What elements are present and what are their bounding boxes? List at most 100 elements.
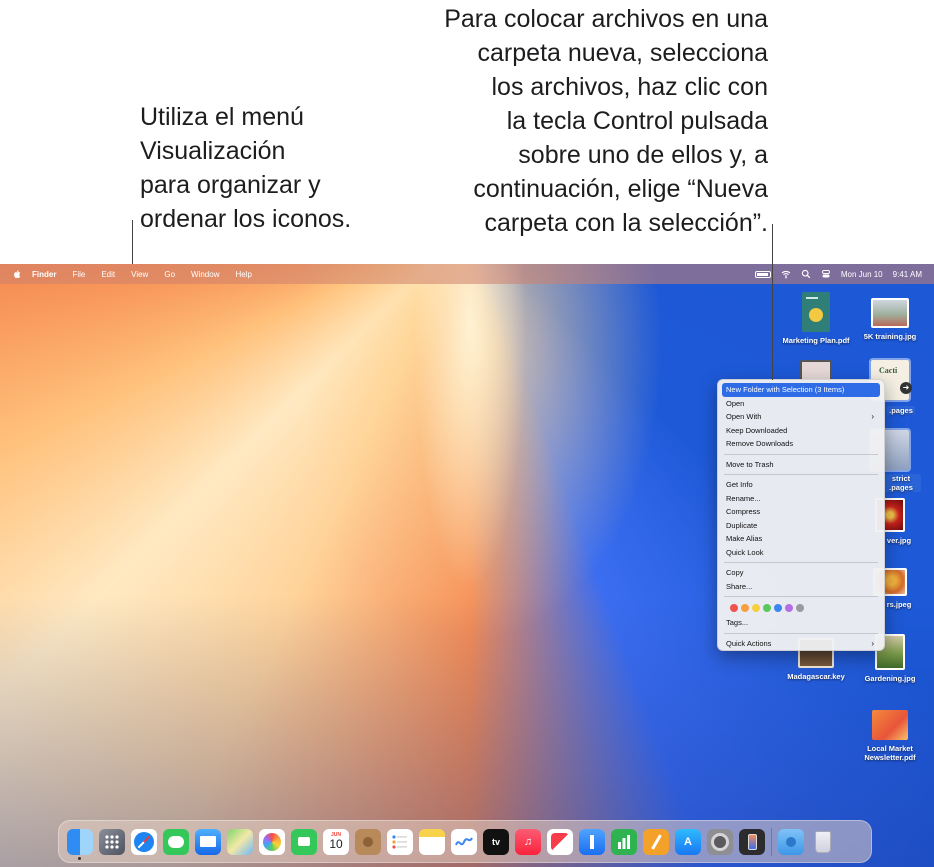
trash-icon[interactable] — [810, 829, 836, 855]
chevron-right-icon: › — [871, 638, 874, 648]
menu-separator — [724, 474, 878, 475]
tv-icon[interactable]: tv — [483, 828, 509, 855]
numbers-icon[interactable] — [611, 828, 637, 855]
menu-item-duplicate[interactable]: Duplicate — [722, 519, 880, 533]
file-name: Madagascar.key — [787, 672, 845, 681]
desktop-icon-local-market[interactable]: Local Market Newsletter.pdf — [852, 710, 928, 762]
photos-icon[interactable] — [259, 828, 285, 855]
menu-edit[interactable]: Edit — [101, 270, 115, 279]
menu-item-open[interactable]: Open — [722, 397, 880, 411]
menu-file[interactable]: File — [72, 270, 85, 279]
menu-separator — [724, 596, 878, 597]
menu-item-label: Open With — [726, 412, 762, 421]
callout-view-menu: Utiliza el menú Visualización para organ… — [140, 100, 400, 236]
menu-item-quick-look[interactable]: Quick Look — [722, 546, 880, 560]
file-name: 5K training.jpg — [863, 332, 917, 341]
chevron-right-icon: › — [871, 412, 874, 421]
menu-item-make-alias[interactable]: Make Alias — [722, 532, 880, 546]
menu-item-label: Quick Actions — [726, 638, 772, 648]
tag-purple[interactable] — [785, 604, 793, 612]
menu-window[interactable]: Window — [191, 270, 219, 279]
dock-separator — [771, 827, 772, 856]
downloads-folder-icon[interactable] — [778, 828, 804, 855]
pages-icon[interactable] — [643, 828, 669, 855]
menu-separator — [724, 632, 878, 634]
calendar-day: 10 — [329, 837, 343, 851]
file-name: Gardening.jpg — [864, 674, 916, 683]
search-icon[interactable] — [801, 269, 811, 279]
pdf-file-icon — [872, 710, 908, 740]
reminders-icon[interactable] — [387, 828, 413, 855]
callout-line: carpeta con la selección”. — [484, 209, 768, 237]
contacts-icon[interactable] — [355, 828, 381, 855]
menu-item-keep-downloaded[interactable]: Keep Downloaded — [722, 424, 880, 438]
context-menu: New Folder with Selection (3 Items) Open… — [717, 379, 885, 651]
desktop-icon-marketing-plan[interactable]: Marketing Plan.pdf — [778, 292, 854, 345]
tag-red[interactable] — [730, 604, 738, 612]
calendar-icon[interactable]: JUN 10 — [323, 828, 349, 855]
file-name: Marketing Plan.pdf — [782, 336, 850, 345]
callout-line: la tecla Control pulsada — [506, 107, 768, 135]
callout-line: continuación, elige “Nueva — [473, 175, 768, 203]
mail-icon[interactable] — [195, 828, 221, 855]
menu-clock-date[interactable]: Mon Jun 10 — [841, 270, 883, 279]
menu-item-rename[interactable]: Rename... — [722, 492, 880, 506]
finder-icon[interactable] — [67, 828, 93, 860]
menu-item-move-to-trash[interactable]: Move to Trash — [722, 458, 880, 472]
image-file-icon — [871, 298, 909, 328]
news-icon[interactable] — [547, 828, 573, 855]
menu-item-compress[interactable]: Compress — [722, 505, 880, 519]
grid-glyph — [105, 834, 119, 849]
iphone-mirroring-icon[interactable] — [739, 828, 765, 855]
menu-extras: Mon Jun 10 9:41 AM — [754, 264, 922, 284]
menu-item-get-info[interactable]: Get Info — [722, 478, 880, 492]
facetime-icon[interactable] — [291, 828, 317, 855]
tag-green[interactable] — [763, 604, 771, 612]
tag-yellow[interactable] — [752, 604, 760, 612]
desktop[interactable]: Finder File Edit View Go Window Help Mon… — [0, 264, 934, 867]
squiggle-glyph — [455, 836, 473, 845]
dock: JUN 10 tv ♫ A — [58, 820, 872, 863]
bars-glyph — [618, 834, 630, 849]
maps-icon[interactable] — [227, 828, 253, 855]
menu-item-remove-downloads[interactable]: Remove Downloads — [722, 437, 880, 451]
tag-gray[interactable] — [796, 604, 804, 612]
menu-separator — [724, 453, 878, 455]
callout-line: para organizar y — [140, 171, 321, 199]
freeform-icon[interactable] — [451, 828, 477, 855]
tag-orange[interactable] — [741, 604, 749, 612]
battery-icon[interactable] — [754, 270, 771, 278]
keynote-icon[interactable] — [579, 828, 605, 855]
menu-item-share[interactable]: Share... — [722, 580, 880, 594]
menu-view[interactable]: View — [131, 270, 148, 279]
system-settings-icon[interactable] — [707, 828, 733, 855]
launchpad-icon[interactable] — [99, 828, 125, 855]
menu-item-open-with[interactable]: Open With › — [722, 410, 880, 424]
menu-item-quick-actions[interactable]: Quick Actions › — [722, 637, 880, 651]
file-name: .pages — [887, 406, 915, 415]
menu-item-tags[interactable]: Tags... — [722, 616, 880, 630]
menu-separator — [724, 562, 878, 563]
notes-icon[interactable] — [419, 828, 445, 855]
callout-line: ordenar los iconos. — [140, 205, 352, 233]
menu-bar: Finder File Edit View Go Window Help Mon… — [0, 264, 934, 284]
apple-icon[interactable] — [12, 269, 22, 279]
menu-clock-time[interactable]: 9:41 AM — [893, 270, 922, 279]
messages-icon[interactable] — [163, 828, 189, 855]
wifi-icon[interactable] — [781, 269, 791, 279]
callout-line: los archivos, haz clic con — [491, 73, 768, 101]
menu-go[interactable]: Go — [164, 270, 175, 279]
callout-line: sobre uno de ellos y, a — [518, 141, 768, 169]
safari-icon[interactable] — [131, 828, 157, 855]
menu-item-new-folder-with-selection[interactable]: New Folder with Selection (3 Items) — [722, 383, 880, 397]
menu-item-copy[interactable]: Copy — [722, 566, 880, 580]
music-icon[interactable]: ♫ — [515, 828, 541, 855]
tag-blue[interactable] — [774, 604, 782, 612]
app-store-icon[interactable]: A — [675, 828, 701, 855]
control-center-icon[interactable] — [821, 269, 831, 279]
menu-finder[interactable]: Finder — [32, 270, 56, 279]
callout-line: Visualización — [140, 137, 286, 165]
desktop-icon-5k-training[interactable]: 5K training.jpg — [852, 292, 928, 341]
menu-help[interactable]: Help — [235, 270, 251, 279]
callout-line: Utiliza el menú — [140, 103, 304, 131]
